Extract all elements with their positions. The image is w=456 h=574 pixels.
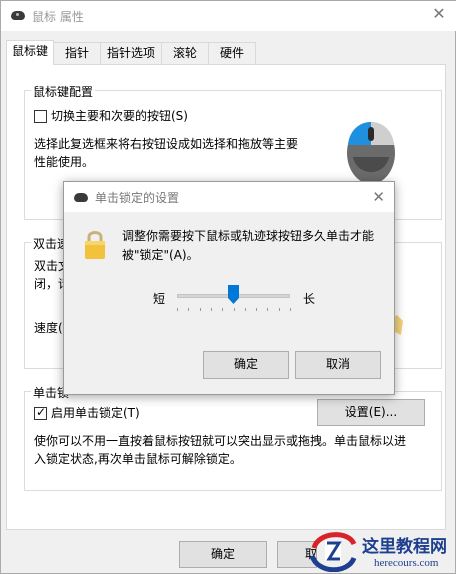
mouse-icon	[74, 193, 88, 202]
slider-tick	[267, 308, 268, 311]
watermark-title: 这里教程网	[362, 537, 447, 557]
slider-tick	[245, 308, 246, 311]
tab-pointers[interactable]: 指针	[53, 42, 101, 64]
watermark-url: herecours.com	[374, 557, 439, 569]
tab-hardware[interactable]: 硬件	[208, 42, 256, 64]
mouse-illustration-icon	[347, 122, 395, 184]
click-lock-desc-line1: 使你可以不用一直按着鼠标按钮就可以突出显示或拖拽。单击鼠标以进	[34, 434, 407, 448]
window-title: 鼠标 属性	[32, 10, 84, 24]
slider-min-label: 短	[153, 292, 166, 306]
slider-tick	[200, 308, 201, 311]
click-lock-settings-button[interactable]: 设置(E)...	[317, 399, 425, 426]
tab-buttons[interactable]: 鼠标键	[6, 40, 54, 65]
slider-tick	[234, 308, 235, 311]
button-config-group-label: 鼠标键配置	[31, 83, 96, 100]
dialog-message-line2: 被"锁定"(A)。	[122, 248, 199, 262]
dialog-cancel-button[interactable]: 取消	[295, 351, 381, 379]
slider-tick	[177, 308, 178, 311]
slider-max-label: 长	[303, 292, 316, 306]
click-lock-desc-line2: 入锁定状态,再次单击鼠标可解除锁定。	[34, 452, 242, 466]
slider-tick	[290, 308, 291, 311]
title-bar: 鼠标 属性 ✕	[1, 1, 456, 31]
slider-tick	[256, 308, 257, 311]
tab-wheel[interactable]: 滚轮	[161, 42, 209, 64]
enable-click-lock-checkbox[interactable]	[34, 405, 47, 420]
slider-tick	[279, 308, 280, 311]
mouse-icon	[11, 11, 25, 20]
slider-thumb[interactable]	[228, 285, 239, 304]
enable-click-lock-label[interactable]: 启用单击锁定(T)	[51, 404, 140, 422]
watermark: 这里教程网 herecours.com	[308, 524, 456, 574]
slider-tick	[188, 308, 189, 311]
dialog-title: 单击锁定的设置	[95, 191, 180, 205]
switch-buttons-checkbox[interactable]	[34, 110, 47, 123]
button-config-desc-line2: 性能使用。	[34, 155, 95, 169]
close-icon[interactable]: ✕	[372, 188, 385, 206]
button-config-desc-line1: 选择此复选框来将右按钮设成如选择和拖放等主要	[34, 137, 299, 151]
slider-tick	[211, 308, 212, 311]
close-icon[interactable]: ✕	[431, 5, 447, 23]
click-lock-settings-dialog: 单击锁定的设置 ✕ 调整你需要按下鼠标或轨迹球按钮多久单击才能 被"锁定"(A)…	[63, 181, 395, 395]
dialog-title-bar: 单击锁定的设置 ✕	[64, 182, 394, 212]
slider-tick	[222, 308, 223, 311]
switch-buttons-label[interactable]: 切换主要和次要的按钮(S)	[51, 107, 188, 125]
ok-button[interactable]: 确定	[179, 541, 267, 568]
lock-icon	[85, 231, 105, 259]
tab-pointer-options[interactable]: 指针选项	[100, 42, 162, 64]
dialog-ok-button[interactable]: 确定	[203, 351, 289, 379]
dialog-message-line1: 调整你需要按下鼠标或轨迹球按钮多久单击才能	[122, 229, 375, 243]
watermark-logo-icon	[309, 532, 357, 572]
